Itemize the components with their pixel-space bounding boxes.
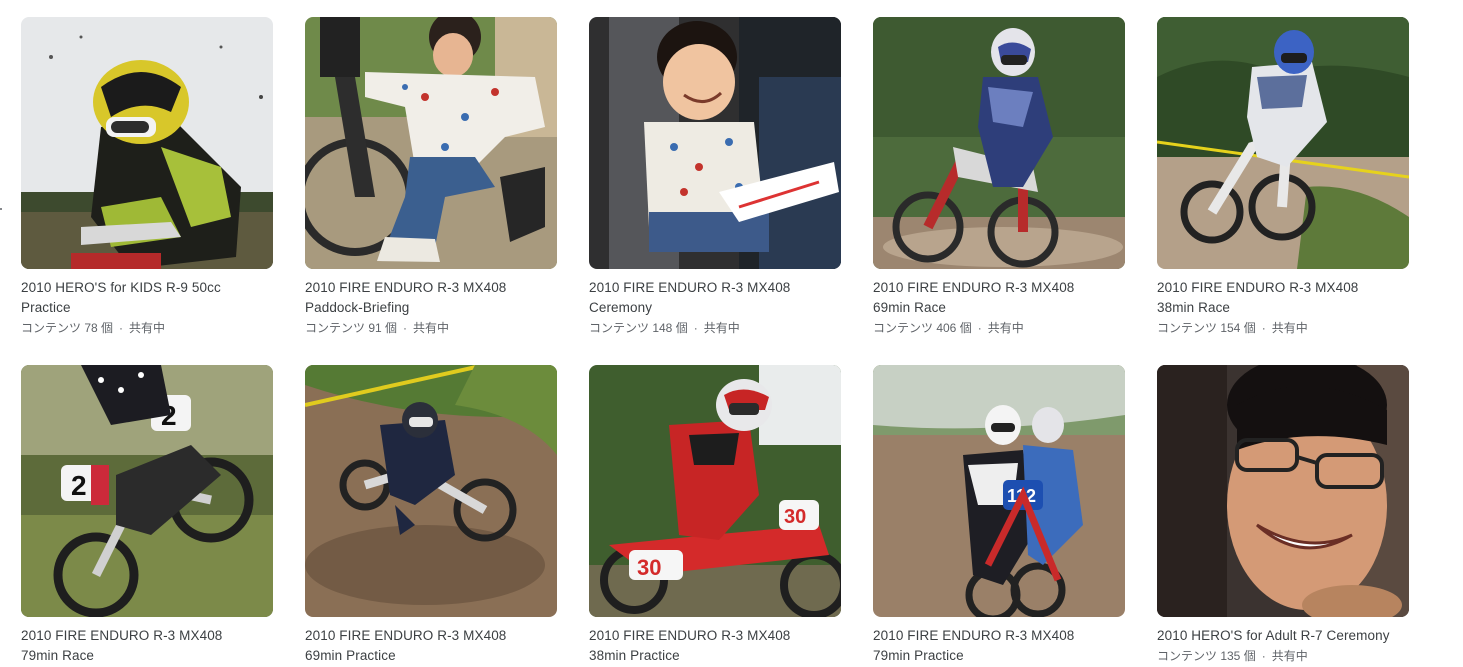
shared-status: 共有中 [129,321,166,335]
cornering-rider-photo [305,365,557,617]
meta-separator: · [1261,321,1266,335]
shared-status: 共有中 [1271,321,1308,335]
album-subtitle: 79min Race [21,648,95,663]
album-thumbnail[interactable] [589,17,841,269]
red-honda-30-photo: 30 30 [589,365,841,617]
shared-status: 共有中 [703,321,740,335]
album-title: 2010 FIRE ENDURO R-3 MX408 [873,280,1075,295]
content-count: コンテンツ 78 個 [21,321,114,335]
smiling-child-photo [589,17,841,269]
album-meta: コンテンツ 154 個 · 共有中 [1157,318,1409,338]
svg-text:30: 30 [784,506,806,528]
album-meta: コンテンツ 406 個 · 共有中 [873,318,1125,338]
rider-yellow-helmet-photo [21,17,273,269]
child-climbing-bike-photo [305,17,557,269]
shared-status: 共有中 [1271,649,1308,663]
meta-separator: · [693,321,698,335]
album-subtitle: 79min Practice [873,648,964,663]
album-thumbnail[interactable] [21,17,273,269]
meta-separator: · [119,321,124,335]
album-grid: 2010 HERO'S for KIDS R-9 50cc Practice コ… [0,0,1463,667]
album-title: 2010 FIRE ENDURO R-3 MX408 [589,280,791,295]
album-card[interactable]: 2010 HERO'S for Adult R-7 Ceremony コンテンツ… [1157,365,1409,666]
album-thumbnail[interactable] [873,17,1125,269]
album-title: 2010 FIRE ENDURO R-3 MX408 [589,628,791,643]
album-title: 2010 FIRE ENDURO R-3 MX408 [1157,280,1359,295]
album-thumbnail[interactable]: 30 30 [589,365,841,617]
content-count: コンテンツ 154 個 [1157,321,1256,335]
album-subtitle: 38min Race [1157,300,1231,315]
content-count: コンテンツ 148 個 [589,321,688,335]
content-count: コンテンツ 91 個 [305,321,398,335]
album-thumbnail[interactable] [1157,365,1409,617]
jumping-bike-2-photo: 2 2 [21,365,273,617]
two-riders-photo: 112 [873,365,1125,617]
album-subtitle: Practice [21,300,71,315]
album-meta: コンテンツ 78 個 · 共有中 [21,318,273,338]
album-thumbnail[interactable]: 2 2 [21,365,273,617]
album-card[interactable]: 2010 HERO'S for KIDS R-9 50cc Practice コ… [21,17,273,338]
album-subtitle: 69min Practice [305,648,396,663]
album-subtitle: Paddock-Briefing [305,300,410,315]
svg-text:30: 30 [637,555,661,580]
shared-status: 共有中 [413,321,450,335]
album-meta: コンテンツ 91 個 · 共有中 [305,318,557,338]
meta-separator: · [403,321,408,335]
album-card[interactable]: 2010 FIRE ENDURO R-3 MX408 69min Race コン… [873,17,1125,338]
album-title: 2010 FIRE ENDURO R-3 MX408 [305,628,507,643]
album-card[interactable]: 31 2010 FIRE ENDURO R-3 MX408 38min Race… [1157,17,1409,338]
smiling-man-glasses-photo [1157,365,1409,617]
album-card[interactable]: 30 30 2010 FIRE ENDURO R-3 MX408 38min P… [589,365,841,666]
meta-separator: · [977,321,982,335]
album-card[interactable]: 2010 FIRE ENDURO R-3 MX408 69min Practic… [305,365,557,666]
album-thumbnail[interactable]: 31 [1157,17,1409,269]
shared-status: 共有中 [987,321,1024,335]
album-subtitle: 69min Race [873,300,947,315]
album-title: 2010 FIRE ENDURO R-3 MX408 [305,280,507,295]
album-card[interactable]: 2010 FIRE ENDURO R-3 MX408 Paddock-Brief… [305,17,557,338]
content-count: コンテンツ 135 個 [1157,649,1256,663]
motocross-rider-photo [873,17,1125,269]
edge-dot [0,208,2,210]
meta-separator: · [1261,649,1266,663]
motocross-rider-31-photo: 31 [1157,17,1409,269]
album-subtitle: 38min Practice [589,648,680,663]
album-thumbnail[interactable] [305,17,557,269]
album-title: 2010 FIRE ENDURO R-3 MX408 [873,628,1075,643]
album-title: 2010 HERO'S for Adult R-7 Ceremony [1157,628,1390,643]
album-title: 2010 HERO'S for KIDS R-9 50cc [21,280,221,295]
album-subtitle: Ceremony [589,300,653,315]
album-card[interactable]: 112 2010 FIRE ENDURO R-3 MX408 79min Pra… [873,365,1125,666]
album-title: 2010 FIRE ENDURO R-3 MX408 [21,628,223,643]
album-thumbnail[interactable] [305,365,557,617]
album-thumbnail[interactable]: 112 [873,365,1125,617]
album-card[interactable]: 2010 FIRE ENDURO R-3 MX408 Ceremony コンテン… [589,17,841,338]
svg-text:2: 2 [71,470,87,501]
album-meta: コンテンツ 148 個 · 共有中 [589,318,841,338]
content-count: コンテンツ 406 個 [873,321,972,335]
album-card[interactable]: 2 2 2010 FIRE ENDURO R-3 MX408 79min Rac… [21,365,273,666]
album-meta: コンテンツ 135 個 · 共有中 [1157,646,1409,666]
